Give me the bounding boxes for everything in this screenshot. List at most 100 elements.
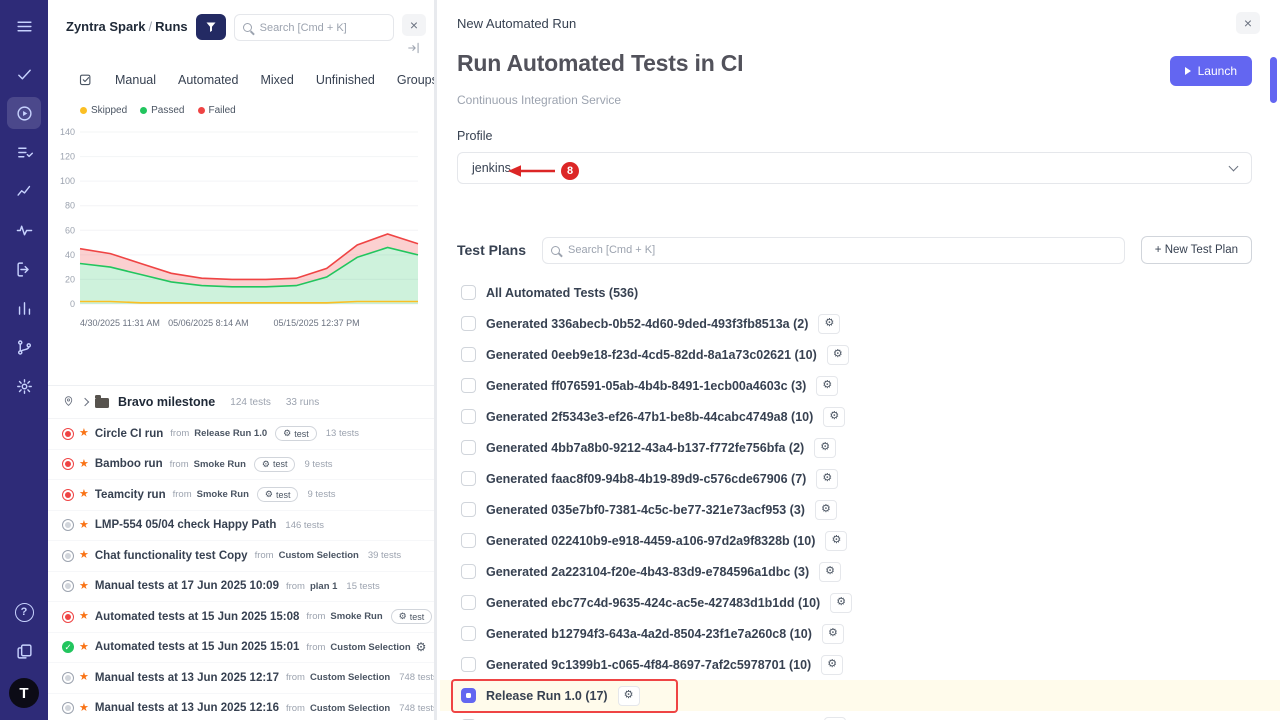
plan-settings-button[interactable]: ⚙ bbox=[823, 407, 845, 427]
run-title: Bamboo run bbox=[95, 458, 163, 470]
docs-icon[interactable] bbox=[7, 635, 41, 667]
tab-groups[interactable]: Groups bbox=[397, 73, 437, 87]
test-plan-row[interactable]: Generated 2a223104-f20e-4b43-83d9-e78459… bbox=[457, 556, 1252, 587]
plan-checkbox[interactable] bbox=[461, 409, 476, 424]
settings-icon[interactable] bbox=[7, 370, 41, 402]
run-row[interactable]: ★ Automated tests at 15 Jun 2025 15:08 f… bbox=[48, 602, 434, 633]
run-tag-badge: ⚙test bbox=[275, 426, 317, 441]
new-test-plan-button[interactable]: + New Test Plan bbox=[1141, 236, 1252, 264]
vertical-scrollbar-thumb[interactable] bbox=[1270, 57, 1277, 103]
plan-checkbox[interactable] bbox=[461, 657, 476, 672]
app-root: ? T Zyntra Spark/Runs × Manual Automat bbox=[0, 0, 1280, 720]
runs-search-input[interactable] bbox=[234, 14, 394, 41]
test-plan-row[interactable]: Generated ff076591-05ab-4b4b-8491-1ecb00… bbox=[457, 370, 1252, 401]
test-plan-row[interactable]: Generated 022410b9-e918-4459-a106-97d2a9… bbox=[457, 525, 1252, 556]
test-plan-row[interactable]: Generated faac8f09-94b8-4b19-89d9-c576cd… bbox=[457, 463, 1252, 494]
dock-panel-icon[interactable] bbox=[407, 41, 421, 60]
run-row[interactable]: ★ Bamboo run from Smoke Run ⚙test 9 test… bbox=[48, 450, 434, 481]
help-icon[interactable]: ? bbox=[7, 596, 41, 628]
plan-settings-button[interactable]: ⚙ bbox=[822, 624, 844, 644]
plan-settings-button[interactable]: ⚙ bbox=[827, 345, 849, 365]
plan-checkbox[interactable] bbox=[461, 626, 476, 641]
gear-icon: ⚙ bbox=[262, 459, 270, 470]
run-row[interactable]: ★ Chat functionality test Copy from Cust… bbox=[48, 541, 434, 572]
select-runs-icon[interactable] bbox=[78, 72, 93, 87]
test-plan-row[interactable]: Generated 2f5343e3-ef26-47b1-be8b-44cabc… bbox=[457, 401, 1252, 432]
plan-checkbox[interactable] bbox=[461, 347, 476, 362]
milestone-run-count: 33 runs bbox=[286, 397, 319, 408]
reports-icon[interactable] bbox=[7, 292, 41, 324]
tab-automated[interactable]: Automated bbox=[178, 73, 238, 87]
test-plan-row[interactable]: Generated 9c1399b1-c065-4f84-8697-7af2c5… bbox=[457, 649, 1252, 680]
tab-mixed[interactable]: Mixed bbox=[260, 73, 293, 87]
run-spark-icon: ★ bbox=[79, 489, 89, 500]
plan-settings-button[interactable]: ⚙ bbox=[819, 562, 841, 582]
run-title: LMP-554 05/04 check Happy Path bbox=[95, 519, 277, 531]
plan-checkbox[interactable] bbox=[461, 471, 476, 486]
test-plans-search-input[interactable] bbox=[542, 237, 1125, 264]
test-plan-row[interactable]: Generated 4bb7a8b0-9212-43a4-b137-f772fe… bbox=[457, 432, 1252, 463]
profile-select[interactable]: jenkins bbox=[457, 152, 1252, 184]
plan-settings-button[interactable]: ⚙ bbox=[816, 469, 838, 489]
tab-manual[interactable]: Manual bbox=[115, 73, 156, 87]
plan-checkbox[interactable] bbox=[461, 564, 476, 579]
close-panel-button[interactable]: × bbox=[402, 14, 426, 36]
app-logo[interactable]: T bbox=[9, 678, 39, 708]
tab-unfinished[interactable]: Unfinished bbox=[316, 73, 375, 87]
pulse-icon[interactable] bbox=[7, 214, 41, 246]
test-plan-row[interactable]: Generated b12794f3-643a-4a2d-8504-23f1e7… bbox=[457, 618, 1252, 649]
plan-settings-button[interactable]: ⚙ bbox=[618, 686, 640, 706]
runs-icon[interactable] bbox=[7, 97, 41, 129]
plan-settings-button[interactable]: ⚙ bbox=[818, 314, 840, 334]
plan-settings-button[interactable]: ⚙ bbox=[814, 438, 836, 458]
run-row[interactable]: ★ Manual tests at 17 Jun 2025 10:09 from… bbox=[48, 572, 434, 603]
plan-settings-button[interactable]: ⚙ bbox=[830, 593, 852, 613]
test-plan-row[interactable]: Generated ebc77c4d-9635-424c-ac5e-427483… bbox=[457, 587, 1252, 618]
svg-text:05/15/2025 12:37 PM: 05/15/2025 12:37 PM bbox=[274, 318, 360, 328]
analytics-icon[interactable] bbox=[7, 175, 41, 207]
test-plan-row[interactable]: Release Run 1.0 (17) ⚙ bbox=[440, 680, 1280, 711]
milestone-row[interactable]: Bravo milestone 124 tests 33 runs bbox=[48, 385, 434, 419]
plan-checkbox[interactable] bbox=[461, 440, 476, 455]
branches-icon[interactable] bbox=[7, 331, 41, 363]
test-plan-row[interactable]: All Automated Tests (536) bbox=[457, 277, 1252, 308]
run-row[interactable]: ★ Circle CI run from Release Run 1.0 ⚙te… bbox=[48, 419, 434, 450]
breadcrumb-project[interactable]: Zyntra Spark bbox=[66, 19, 145, 34]
test-plans-icon[interactable] bbox=[7, 136, 41, 168]
plan-checkbox[interactable] bbox=[461, 378, 476, 393]
plan-settings-button[interactable]: ⚙ bbox=[824, 717, 846, 720]
plan-checkbox[interactable] bbox=[461, 595, 476, 610]
plan-settings-button[interactable]: ⚙ bbox=[815, 500, 837, 520]
run-settings-button[interactable]: ⚙ bbox=[416, 640, 427, 654]
run-row[interactable]: ★ LMP-554 05/04 check Happy Path 146 tes… bbox=[48, 511, 434, 542]
chevron-right-icon[interactable] bbox=[81, 398, 89, 406]
run-test-count: 748 tests bbox=[399, 703, 434, 714]
run-row[interactable]: ★ Manual tests at 13 Jun 2025 12:17 from… bbox=[48, 663, 434, 694]
menu-icon[interactable] bbox=[7, 10, 41, 42]
plan-settings-button[interactable]: ⚙ bbox=[821, 655, 843, 675]
test-plan-row[interactable]: Generated 035e7bf0-7381-4c5c-be77-321e73… bbox=[457, 494, 1252, 525]
plan-settings-button[interactable]: ⚙ bbox=[825, 531, 847, 551]
run-row[interactable]: ★ Teamcity run from Smoke Run ⚙test 9 te… bbox=[48, 480, 434, 511]
plan-checkbox[interactable] bbox=[461, 316, 476, 331]
launch-button[interactable]: Launch bbox=[1170, 56, 1252, 86]
plan-checkbox[interactable] bbox=[461, 688, 476, 703]
runs-panel-header: Zyntra Spark/Runs × bbox=[48, 0, 434, 68]
tests-icon[interactable] bbox=[7, 58, 41, 90]
plan-checkbox[interactable] bbox=[461, 533, 476, 548]
run-title: Manual tests at 13 Jun 2025 12:17 bbox=[95, 672, 279, 684]
filter-button[interactable] bbox=[196, 14, 226, 40]
close-dialog-button[interactable]: × bbox=[1236, 12, 1260, 34]
plan-checkbox[interactable] bbox=[461, 285, 476, 300]
test-plan-row[interactable]: Generated 0eeb9e18-f23d-4cd5-82dd-8a1a73… bbox=[457, 339, 1252, 370]
test-plan-row[interactable]: Generated 336abecb-0b52-4d60-9ded-493f3f… bbox=[457, 308, 1252, 339]
legend-skipped: Skipped bbox=[80, 105, 127, 116]
plan-settings-button[interactable]: ⚙ bbox=[816, 376, 838, 396]
panel-header-title: New Automated Run bbox=[457, 16, 576, 31]
run-row[interactable]: ★ Manual tests at 13 Jun 2025 12:16 from… bbox=[48, 694, 434, 720]
test-plan-row[interactable]: Generated e891c41f-8039-4e64-aa24-e0d56e… bbox=[457, 711, 1252, 720]
plan-checkbox[interactable] bbox=[461, 502, 476, 517]
run-row[interactable]: ★ Automated tests at 15 Jun 2025 15:01 f… bbox=[48, 633, 434, 664]
run-source-plan: Smoke Run bbox=[194, 459, 246, 470]
import-icon[interactable] bbox=[7, 253, 41, 285]
